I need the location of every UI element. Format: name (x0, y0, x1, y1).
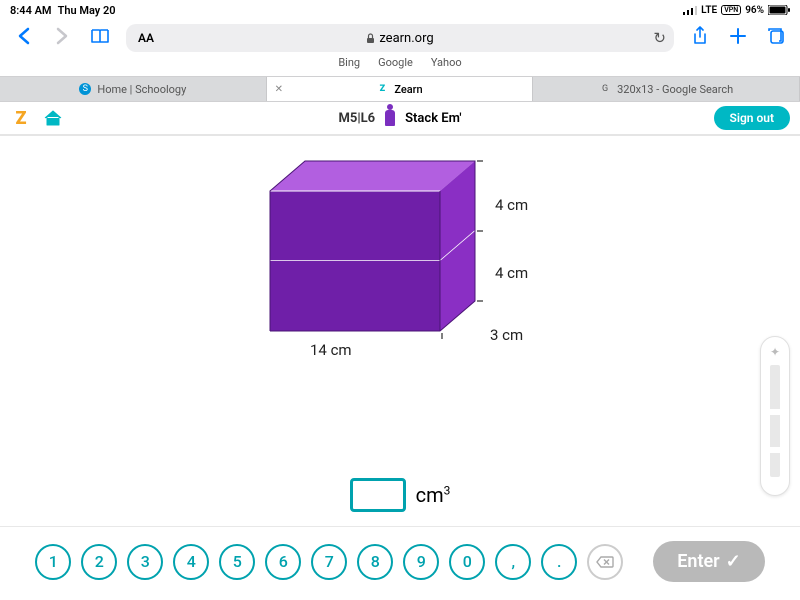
search-engine-row: Bing Google Yahoo (0, 56, 800, 76)
dim-top-height: 4 cm (495, 196, 528, 214)
tabs-overview-button[interactable] (764, 27, 788, 50)
favicon-icon: G (599, 83, 611, 95)
stacked-prisms (245, 146, 545, 420)
hint-wand-tool[interactable]: ✦ (760, 336, 790, 496)
key-5[interactable]: 5 (219, 544, 255, 580)
lesson-code: M5|L6 (339, 111, 376, 126)
key-comma[interactable]: , (495, 544, 531, 580)
text-size-button[interactable]: AA (126, 31, 166, 45)
back-button[interactable] (12, 27, 36, 50)
dim-depth: 3 cm (490, 326, 523, 344)
dim-length: 14 cm (310, 341, 352, 359)
key-3[interactable]: 3 (127, 544, 163, 580)
favicon-icon: Z (376, 83, 388, 95)
status-time: 8:44 AM (10, 4, 52, 17)
tab-google-search[interactable]: G 320x13 - Google Search (533, 77, 800, 101)
status-date: Thu May 20 (58, 4, 116, 17)
key-8[interactable]: 8 (357, 544, 393, 580)
engine-link[interactable]: Yahoo (431, 56, 462, 76)
url-display: zearn.org (126, 31, 674, 46)
key-4[interactable]: 4 (173, 544, 209, 580)
key-9[interactable]: 9 (403, 544, 439, 580)
tab-label: Zearn (394, 83, 422, 96)
tab-schoology[interactable]: S Home | Schoology (0, 77, 267, 101)
vpn-badge: VPN (721, 5, 741, 15)
key-1[interactable]: 1 (35, 544, 71, 580)
dim-bottom-height: 4 cm (495, 264, 528, 282)
key-6[interactable]: 6 (265, 544, 301, 580)
bookmarks-button[interactable] (88, 27, 112, 49)
key-0[interactable]: 0 (449, 544, 485, 580)
key-backspace[interactable] (587, 544, 623, 580)
lesson-meta: M5|L6 Stack Em' (0, 110, 800, 126)
lock-icon (366, 33, 375, 44)
sparkle-icon: ✦ (770, 345, 780, 359)
answer-unit: cm3 (416, 483, 451, 507)
close-tab-button[interactable]: ✕ (275, 84, 283, 95)
work-area: 4 cm 4 cm 3 cm 14 cm ✦ (0, 136, 800, 464)
safari-toolbar: AA zearn.org ↻ (0, 20, 800, 56)
address-bar[interactable]: AA zearn.org ↻ (126, 24, 674, 52)
avatar-icon (385, 110, 395, 126)
favicon-icon: S (79, 83, 91, 95)
browser-tabs: S Home | Schoology ✕ Z Zearn G 320x13 - … (0, 76, 800, 102)
ipad-status-bar: 8:44 AM Thu May 20 LTE VPN 96% (0, 0, 800, 20)
engine-link[interactable]: Bing (338, 56, 360, 76)
tab-label: Home | Schoology (97, 83, 186, 96)
engine-link[interactable]: Google (378, 56, 413, 76)
key-7[interactable]: 7 (311, 544, 347, 580)
share-button[interactable] (688, 26, 712, 51)
tab-label: 320x13 - Google Search (617, 83, 733, 96)
battery-pct: 96% (745, 5, 764, 16)
answer-row: cm3 (0, 464, 800, 526)
network-label: LTE (701, 5, 717, 16)
new-tab-button[interactable] (726, 27, 750, 50)
check-icon: ✓ (726, 551, 741, 572)
key-period[interactable]: . (541, 544, 577, 580)
lesson-title: Stack Em' (405, 111, 461, 126)
enter-button[interactable]: Enter ✓ (653, 541, 765, 582)
battery-icon (768, 5, 790, 15)
answer-input[interactable] (350, 478, 406, 512)
key-2[interactable]: 2 (81, 544, 117, 580)
signal-icon (683, 5, 697, 15)
forward-button[interactable] (50, 27, 74, 50)
reload-button[interactable]: ↻ (653, 29, 666, 47)
zearn-header: Z M5|L6 Stack Em' Sign out (0, 102, 800, 136)
keypad: 1 2 3 4 5 6 7 8 9 0 , . Enter ✓ (0, 526, 800, 596)
tab-zearn[interactable]: ✕ Z Zearn (267, 77, 534, 101)
